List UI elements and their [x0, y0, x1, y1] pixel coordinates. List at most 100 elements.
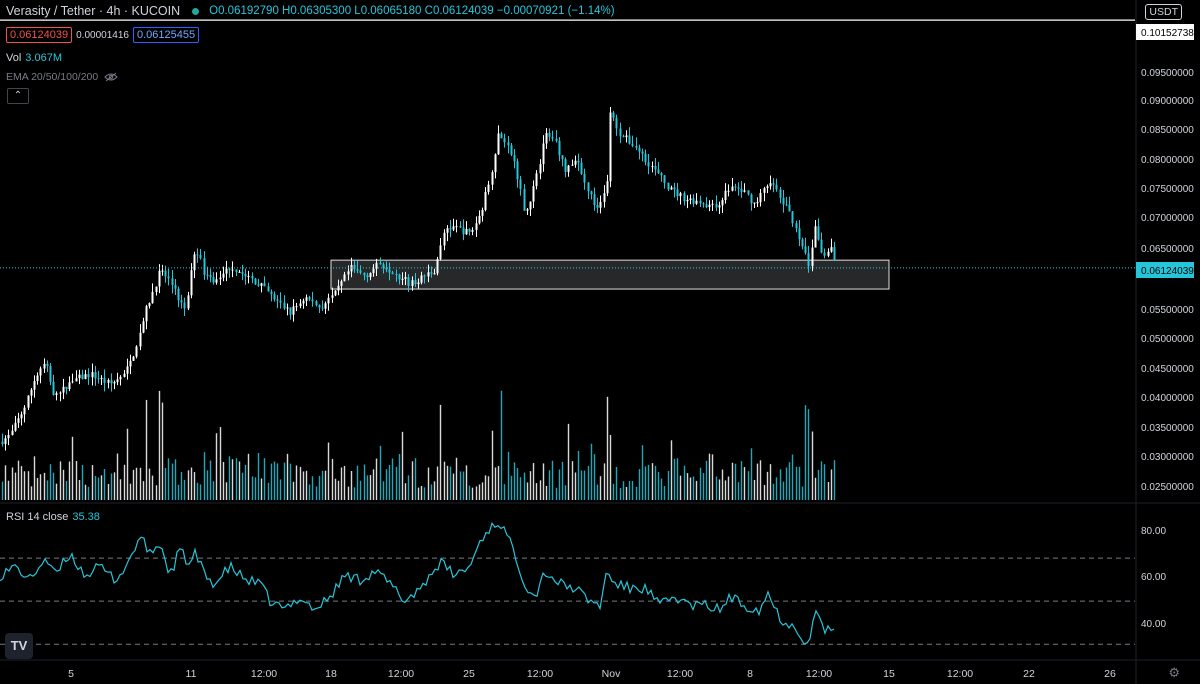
candle-body	[190, 270, 193, 296]
volume-bar	[46, 480, 49, 500]
candle-body	[84, 374, 87, 380]
candle-body	[126, 366, 129, 374]
price-tick-label: 0.04500000	[1141, 364, 1194, 375]
highlight-rectangle[interactable]	[330, 259, 890, 290]
candle-body	[455, 226, 458, 228]
volume-bar	[702, 473, 705, 500]
volume-bar	[756, 463, 759, 500]
volume-bar	[811, 431, 814, 500]
candle-body	[340, 281, 343, 286]
volume-bar	[27, 471, 30, 500]
volume-bar	[798, 466, 801, 500]
volume-bar	[430, 484, 433, 500]
volume-bar	[286, 453, 289, 500]
candle-body	[532, 186, 535, 202]
market-status-dot	[192, 7, 200, 15]
rsi-legend[interactable]: RSI 14 close 35.38	[6, 511, 100, 523]
volume-bar	[718, 479, 721, 500]
candle-body	[75, 378, 78, 382]
candle-body	[625, 135, 628, 138]
volume-bar	[795, 466, 798, 500]
candle-body	[324, 303, 327, 309]
volume-bar	[436, 466, 439, 500]
candle-body	[308, 297, 311, 300]
volume-bar	[30, 486, 33, 500]
candle-body	[404, 277, 407, 279]
candle-body	[801, 239, 804, 247]
ema-legend[interactable]: EMA 20/50/100/200	[6, 71, 118, 83]
volume-bar	[174, 459, 177, 500]
volume-bar	[609, 435, 612, 500]
gear-icon[interactable]: ⚙	[1168, 665, 1180, 681]
volume-bar	[439, 404, 442, 500]
candle-body	[206, 274, 209, 276]
volume-bar	[443, 461, 446, 500]
volume-bar	[129, 483, 132, 500]
candle-body	[222, 273, 225, 278]
volume-bar	[257, 453, 260, 500]
candle-body	[475, 223, 478, 230]
volume-bar	[596, 484, 599, 500]
candle-body	[788, 204, 791, 212]
candle-body	[212, 277, 215, 283]
candle-body	[263, 283, 266, 287]
volume-bar	[775, 477, 778, 500]
volume-legend[interactable]: Vol 3.067M	[6, 52, 62, 64]
tradingview-logo[interactable]: TV	[5, 633, 33, 659]
sell-button[interactable]: 0.06124039	[6, 27, 73, 43]
volume-bar	[535, 483, 538, 500]
volume-bar	[209, 460, 212, 500]
volume-bar	[315, 486, 318, 500]
candle-body	[715, 203, 718, 208]
volume-bar	[599, 476, 602, 500]
eye-hidden-icon[interactable]	[104, 72, 118, 82]
rsi-tick-label: 80.00	[1141, 526, 1166, 537]
volume-bar	[763, 484, 766, 500]
volume-bar	[571, 461, 574, 500]
candle-body	[55, 393, 58, 395]
volume-bar	[564, 485, 567, 500]
candle-body	[590, 191, 593, 195]
volume-bar	[705, 460, 708, 500]
candle-body	[820, 239, 823, 253]
candle-body	[654, 166, 657, 170]
volume-bar	[830, 469, 833, 500]
candle-body	[676, 189, 679, 197]
candle-body	[414, 280, 417, 285]
candle-body	[27, 395, 30, 408]
collapse-legend-button[interactable]: ⌃	[7, 88, 29, 104]
time-tick-label: 12:00	[667, 668, 693, 680]
candle-body	[580, 162, 583, 174]
volume-bar	[7, 480, 10, 500]
candle-body	[833, 247, 836, 261]
time-tick-label: 8	[747, 668, 753, 680]
candle-body	[804, 246, 807, 253]
candle-body	[238, 271, 241, 273]
currency-button[interactable]: USDT	[1145, 4, 1182, 20]
volume-bar	[465, 465, 468, 500]
volume-bar	[590, 443, 593, 500]
chart-canvas[interactable]: 0.10152738 0.09500000 0.09000000 0.08500000…	[0, 0, 1200, 684]
candle-body	[225, 268, 228, 274]
candle-body	[679, 193, 682, 197]
candle-body	[487, 184, 490, 192]
candle-body	[103, 378, 106, 383]
symbol-title[interactable]: Verasity / Tether · 4h · KUCOIN	[6, 4, 180, 18]
candle-body	[113, 381, 116, 384]
candle-body	[36, 375, 39, 382]
volume-bar	[155, 485, 158, 500]
buy-button[interactable]: 0.06125455	[132, 27, 200, 43]
volume-bar	[20, 466, 23, 500]
candle-body	[647, 162, 650, 167]
candle-body	[507, 142, 510, 146]
candle-body	[785, 204, 788, 206]
buy-sell-row: 0.06124039 0.00001416 0.06125455	[6, 27, 200, 43]
volume-bar	[369, 475, 372, 500]
volume-bar	[363, 464, 366, 500]
candle-body	[318, 305, 321, 308]
candle-body	[257, 284, 260, 286]
volume-bar	[372, 469, 375, 500]
candle-body	[334, 290, 337, 296]
candle-body	[814, 226, 817, 248]
volume-bar	[49, 464, 52, 500]
